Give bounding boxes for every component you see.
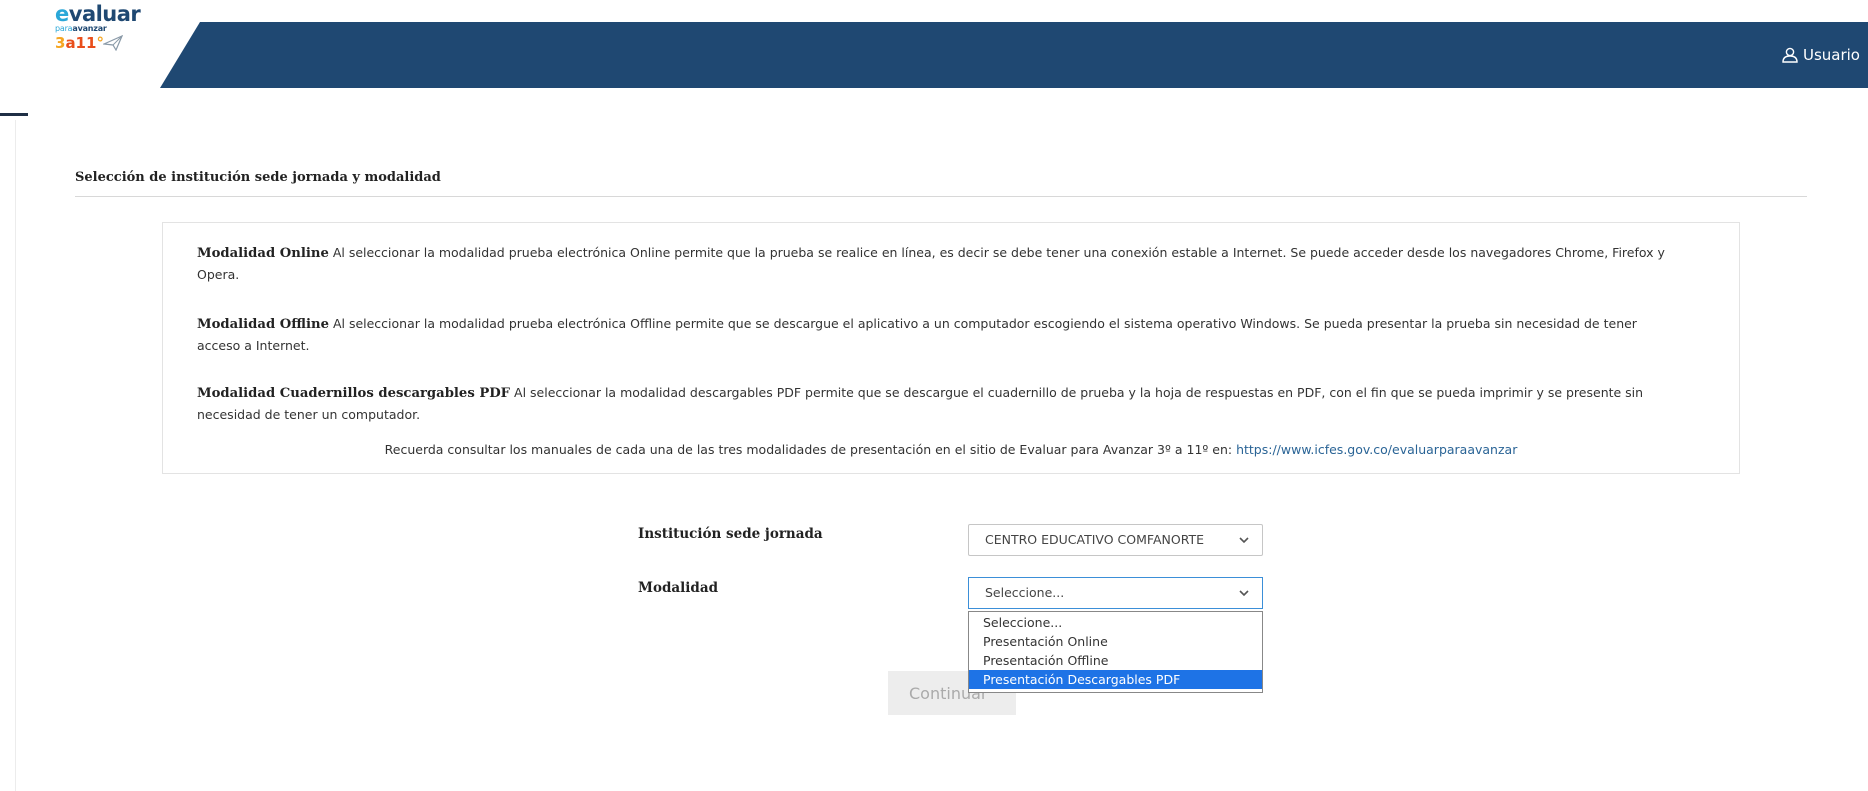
left-border [15,120,16,791]
user-icon [1782,47,1798,63]
evaluar-para-avanzar-logo[interactable]: evaluar paraavanzar 3a11° [55,4,175,68]
dropdown-option[interactable]: Presentación Online [969,632,1262,651]
info-note-text: Recuerda consultar los manuales de cada … [384,442,1237,457]
logo-subtitle: paraavanzar [55,24,107,33]
info-online-text: Al seleccionar la modalidad prueba elect… [197,245,1665,282]
modalidad-select[interactable]: Seleccione... [968,577,1263,609]
modalidad-dropdown-list[interactable]: Seleccione... Presentación Online Presen… [968,611,1263,693]
user-menu[interactable]: Usuario [1781,22,1860,88]
chevron-down-icon [1239,537,1249,544]
user-label: Usuario [1802,46,1860,64]
modalidad-info-panel: Modalidad Online Al seleccionar la modal… [162,222,1740,474]
modalidad-label: Modalidad [638,580,719,596]
logo-wordmark: evaluar [55,2,141,26]
dropdown-option-highlighted[interactable]: Presentación Descargables PDF [969,670,1262,689]
info-online: Modalidad Online Al seleccionar la modal… [197,242,1677,285]
chevron-down-icon [1239,590,1249,597]
top-header [0,22,1868,88]
logo-grade: 3a11° [55,34,104,52]
dropdown-option[interactable]: Presentación Offline [969,651,1262,670]
dropdown-option[interactable]: Seleccione... [969,613,1262,632]
modalidad-value: Seleccione... [985,585,1065,600]
section-title: Selección de institución sede jornada y … [75,170,441,185]
institucion-select[interactable]: CENTRO EDUCATIVO COMFANORTE [968,524,1263,556]
section-divider [75,196,1807,197]
info-online-title: Modalidad Online [197,246,329,261]
paper-plane-icon [103,35,123,51]
institucion-label: Institución sede jornada [638,526,823,542]
info-offline-title: Modalidad Offline [197,317,329,332]
info-offline: Modalidad Offline Al seleccionar la moda… [197,313,1677,356]
info-note: Recuerda consultar los manuales de cada … [163,442,1739,457]
info-offline-text: Al seleccionar la modalidad prueba elect… [197,316,1637,353]
evaluar-link[interactable]: https://www.icfes.gov.co/evaluarparaavan… [1236,442,1517,457]
institucion-value: CENTRO EDUCATIVO COMFANORTE [985,532,1205,547]
header-banner [160,22,1868,88]
left-accent-bar [0,113,28,116]
info-pdf-title: Modalidad Cuadernillos descargables PDF [197,386,511,401]
info-pdf: Modalidad Cuadernillos descargables PDF … [197,382,1677,425]
